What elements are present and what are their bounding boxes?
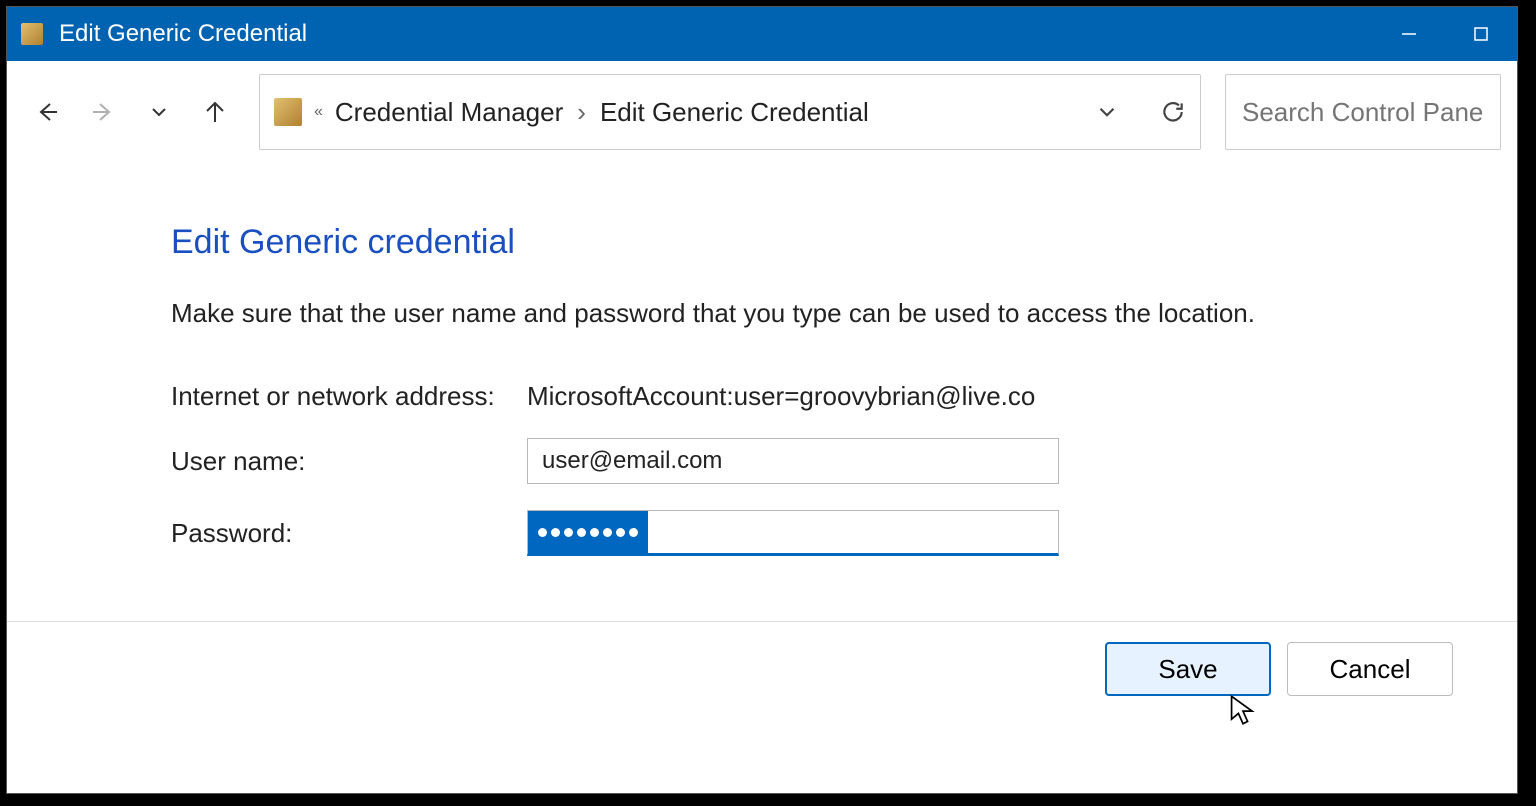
cancel-button[interactable]: Cancel <box>1287 642 1453 696</box>
address-row: Internet or network address: MicrosoftAc… <box>171 381 1517 412</box>
page-title: Edit Generic credential <box>171 223 1517 262</box>
footer-bar: Save Cancel <box>7 621 1517 793</box>
chevron-right-icon: › <box>577 97 586 128</box>
password-row: Password: <box>171 510 1517 556</box>
minimize-button[interactable] <box>1373 7 1445 61</box>
back-button[interactable] <box>23 88 71 136</box>
window-frame: Edit Generic Credential « Credentia <box>6 6 1518 794</box>
breadcrumb-item[interactable]: Edit Generic Credential <box>600 97 869 128</box>
cursor-icon <box>1229 694 1257 731</box>
search-input[interactable] <box>1242 97 1484 128</box>
search-box[interactable] <box>1225 74 1501 150</box>
page-description: Make sure that the user name and passwor… <box>171 298 1517 329</box>
window-controls <box>1373 7 1517 61</box>
refresh-icon[interactable] <box>1160 99 1186 125</box>
password-input[interactable] <box>527 510 1059 556</box>
password-label: Password: <box>171 518 527 549</box>
arrow-up-icon <box>203 100 227 124</box>
username-row: User name: <box>171 438 1517 484</box>
breadcrumb: Credential Manager › Edit Generic Creden… <box>335 97 869 128</box>
up-button[interactable] <box>191 88 239 136</box>
save-button[interactable]: Save <box>1105 642 1271 696</box>
username-input[interactable] <box>527 438 1059 484</box>
history-dropdown[interactable] <box>135 88 183 136</box>
chevron-down-icon[interactable] <box>1094 99 1120 125</box>
maximize-icon <box>1472 25 1490 43</box>
app-icon <box>21 23 43 45</box>
maximize-button[interactable] <box>1445 7 1517 61</box>
password-selection <box>528 511 648 553</box>
titlebar[interactable]: Edit Generic Credential <box>7 7 1517 61</box>
chevron-down-icon <box>147 100 171 124</box>
forward-button[interactable] <box>79 88 127 136</box>
address-label: Internet or network address: <box>171 381 527 412</box>
address-value: MicrosoftAccount:user=groovybrian@live.c… <box>527 381 1035 412</box>
address-bar[interactable]: « Credential Manager › Edit Generic Cred… <box>259 74 1201 150</box>
window-title: Edit Generic Credential <box>59 20 307 48</box>
breadcrumb-overflow-icon: « <box>314 103 323 121</box>
minimize-icon <box>1400 25 1418 43</box>
arrow-right-icon <box>91 100 115 124</box>
arrow-left-icon <box>35 100 59 124</box>
content-area: Edit Generic credential Make sure that t… <box>7 163 1517 621</box>
breadcrumb-item[interactable]: Credential Manager <box>335 97 563 128</box>
navigation-toolbar: « Credential Manager › Edit Generic Cred… <box>7 61 1517 163</box>
username-label: User name: <box>171 446 527 477</box>
credential-icon <box>274 98 302 126</box>
